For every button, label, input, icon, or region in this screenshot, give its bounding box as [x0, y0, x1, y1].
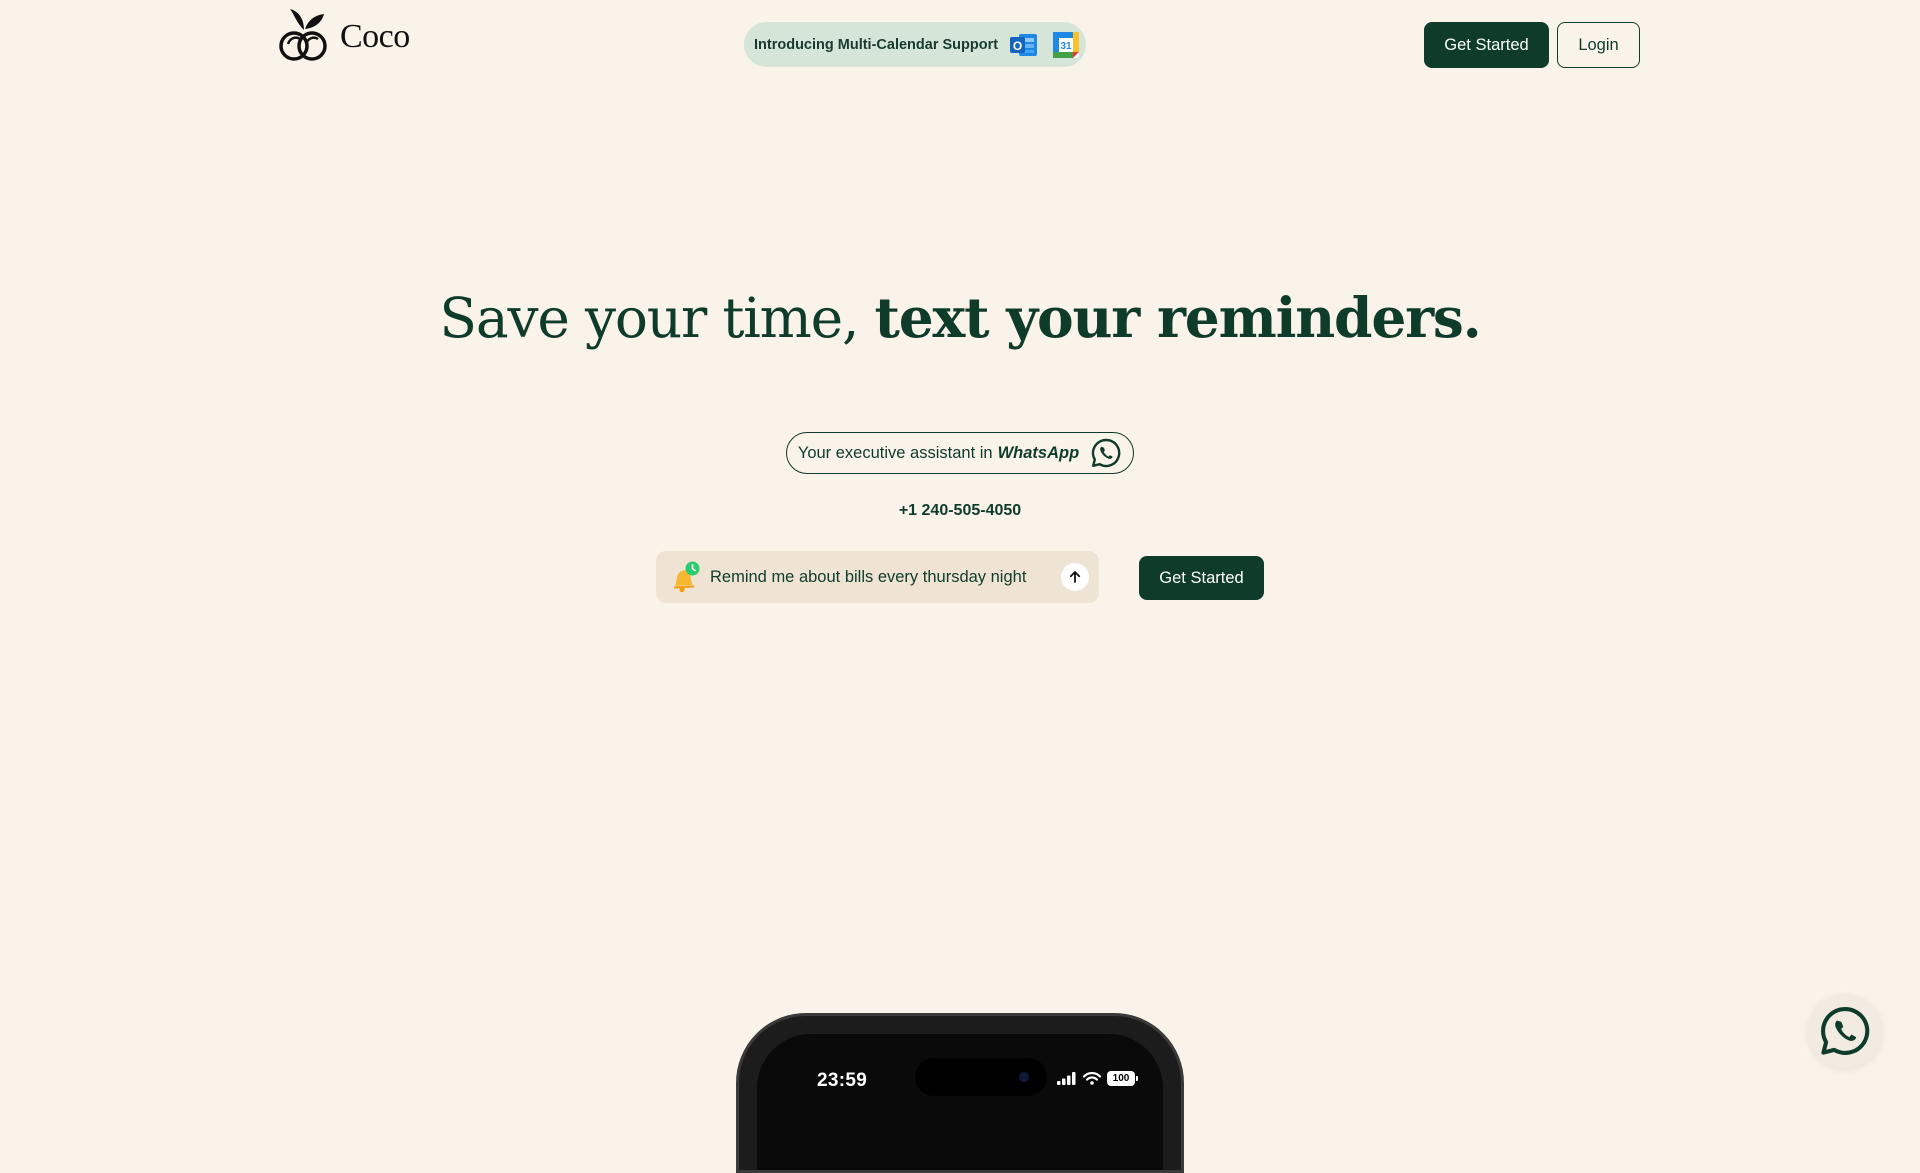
nav-get-started-button[interactable]: Get Started: [1424, 22, 1549, 68]
bell-clock-icon: [674, 561, 700, 593]
whatsapp-icon: [1092, 438, 1121, 468]
wifi-icon: [1083, 1072, 1101, 1085]
send-button[interactable]: [1061, 563, 1089, 591]
reminder-prompt-input[interactable]: Remind me about bills every thursday nig…: [656, 551, 1099, 603]
leaf-logo-icon: [279, 9, 327, 61]
nav-login-button[interactable]: Login: [1557, 22, 1640, 68]
hero-get-started-button[interactable]: Get Started: [1139, 556, 1264, 600]
phone-status-time: 23:59: [817, 1070, 868, 1091]
phone-screen: 23:59 100: [757, 1034, 1163, 1170]
hero-title: Save your time, text your reminders.: [0, 280, 1920, 356]
battery-level: 100: [1112, 1073, 1130, 1084]
whatsapp-phone-number[interactable]: +1 240-505-4050: [0, 502, 1920, 520]
assistant-highlight: WhatsApp: [997, 443, 1080, 462]
site-header: Coco Introducing Multi-Calendar Support …: [0, 0, 1920, 90]
hero-title-regular: Save your time,: [439, 286, 875, 350]
outlook-calendar-icon: O: [1010, 33, 1038, 56]
google-calendar-icon: 31: [1053, 31, 1080, 58]
battery-icon: 100: [1107, 1071, 1138, 1086]
outlook-letter: O: [1013, 39, 1022, 53]
announcement-pill[interactable]: Introducing Multi-Calendar Support O 31: [744, 22, 1086, 67]
signal-icon: [1057, 1072, 1076, 1085]
prompt-text: Remind me about bills every thursday nig…: [710, 567, 1027, 586]
brand-logo[interactable]: Coco: [278, 8, 410, 64]
phone-status-icons: 100: [1057, 1071, 1138, 1086]
hero-title-bold: text your reminders.: [874, 285, 1482, 350]
announcement-text: Introducing Multi-Calendar Support: [754, 36, 999, 53]
whatsapp-icon: [1821, 1007, 1870, 1055]
google-calendar-day: 31: [1061, 41, 1073, 52]
phone-mockup: 23:59 100: [736, 1013, 1184, 1173]
whatsapp-assistant-pill[interactable]: Your executive assistant in WhatsApp: [786, 432, 1134, 474]
floating-whatsapp-button[interactable]: [1808, 994, 1882, 1068]
assistant-text: Your executive assistant in: [797, 443, 993, 462]
dynamic-island: [915, 1058, 1047, 1096]
brand-name: Coco: [340, 18, 410, 55]
arrow-up-icon: [1069, 571, 1081, 583]
